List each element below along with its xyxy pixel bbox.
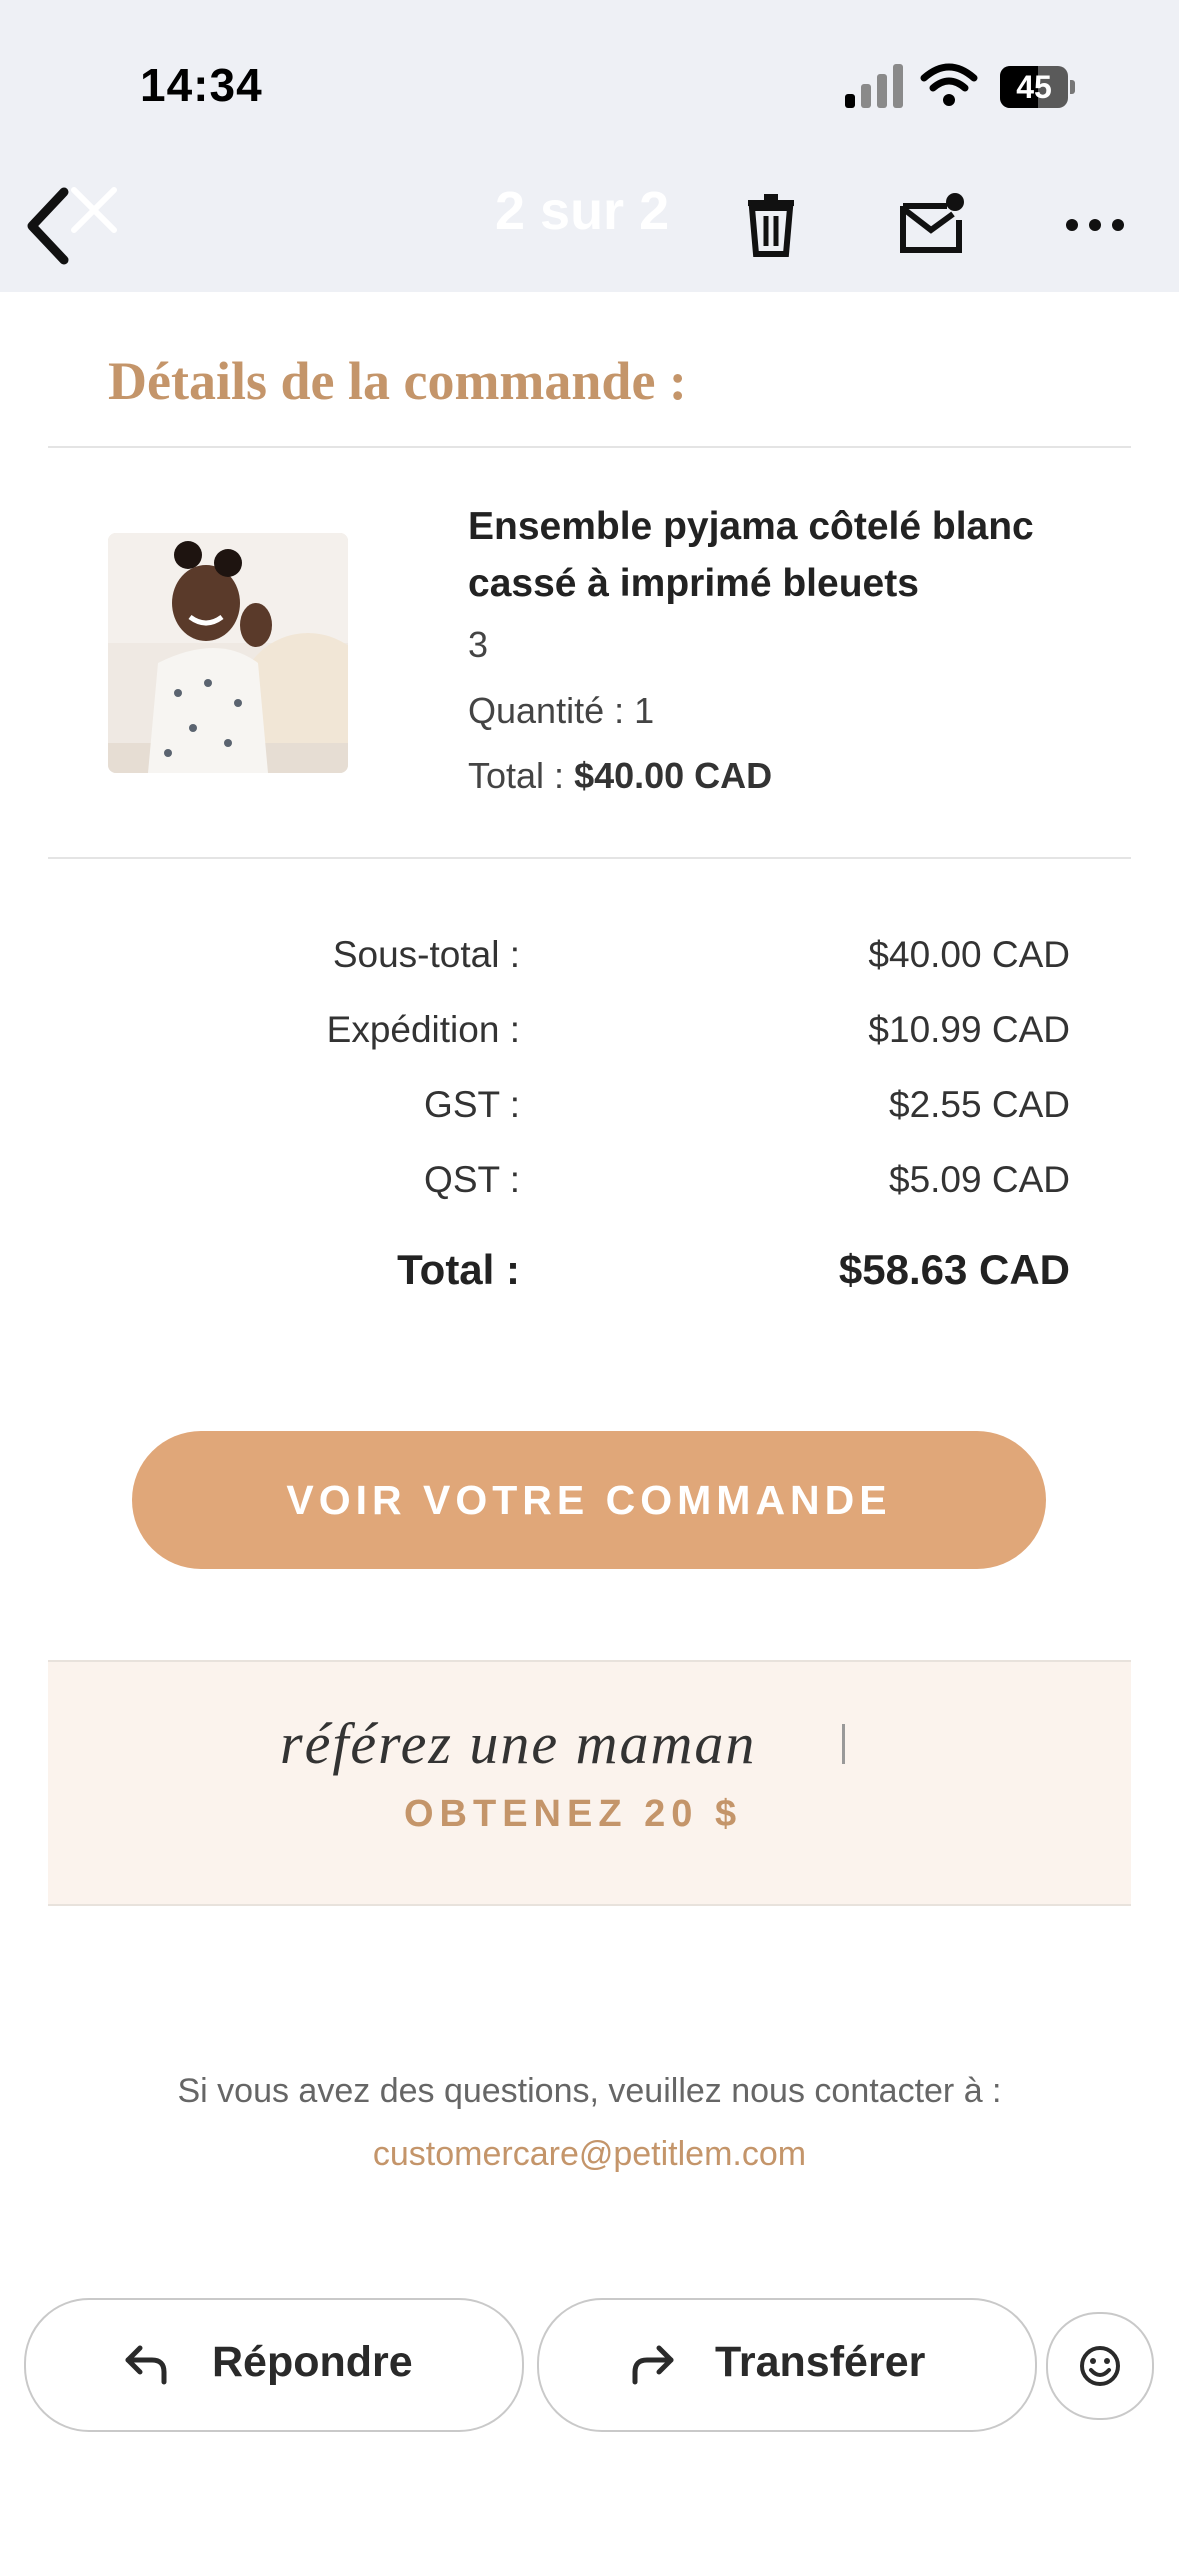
more-icon[interactable] (1060, 190, 1130, 260)
shipping-value: $10.99 CAD (868, 1009, 1070, 1050)
product-name: Ensemble pyjama côtelé blanc cassé à imp… (468, 505, 1034, 605)
trash-icon[interactable] (736, 190, 806, 260)
subtotal-label: Sous-total : (332, 934, 520, 975)
qst-label: QST : (424, 1159, 520, 1200)
product-total-value: $40.00 CAD (574, 755, 773, 796)
grand-total-label: Total : (397, 1246, 520, 1293)
reply-label: Répondre (212, 2338, 413, 2386)
referral-banner[interactable]: référez une maman OBTENEZ 20 $ (48, 1660, 1131, 1906)
product-quantity: Quantité : 1 (468, 690, 655, 731)
forward-label: Transférer (715, 2338, 926, 2386)
contact-email-link[interactable]: customercare@petitlem.com (0, 2135, 1179, 2174)
forward-button[interactable]: Transférer (537, 2298, 1037, 2432)
top-bar (0, 0, 1179, 292)
product-size: 3 (468, 624, 489, 665)
status-time: 14:34 (140, 59, 263, 111)
subtotal-value: $40.00 CAD (868, 934, 1070, 975)
referral-script-text: référez une maman (280, 1711, 757, 1776)
reply-button[interactable]: Répondre (24, 2298, 524, 2432)
order-details-heading: Détails de la commande : (108, 351, 687, 411)
grand-total-value: $58.63 CAD (838, 1246, 1070, 1293)
contact-text: Si vous avez des questions, veuillez nou… (177, 2072, 1002, 2110)
close-icon[interactable] (64, 180, 124, 240)
divider (842, 1724, 845, 1764)
qst-value: $5.09 CAD (889, 1159, 1070, 1200)
gst-label: GST : (424, 1084, 520, 1125)
product-total: Total : $40.00 CAD (468, 755, 772, 797)
shipping-label: Expédition : (326, 1009, 520, 1050)
battery-level: 45 (1016, 69, 1052, 105)
divider (48, 857, 1131, 859)
gst-value: $2.55 CAD (889, 1084, 1070, 1125)
divider (48, 446, 1131, 448)
signal-icon (845, 62, 905, 108)
message-counter: 2 sur 2 (495, 181, 670, 241)
product-total-label: Total : (468, 755, 565, 796)
battery-icon: 45 (1000, 66, 1075, 108)
wifi-icon (920, 60, 978, 108)
forward-arrow-icon (627, 2342, 677, 2388)
reply-arrow-icon (122, 2342, 172, 2388)
mark-unread-icon[interactable] (897, 190, 967, 260)
emoji-reaction-button[interactable] (1046, 2312, 1154, 2420)
view-order-button[interactable]: VOIR VOTRE COMMANDE (132, 1431, 1046, 1569)
product-image (108, 533, 348, 773)
smiley-icon (1080, 2346, 1120, 2386)
referral-offer[interactable]: OBTENEZ 20 $ (404, 1793, 742, 1836)
